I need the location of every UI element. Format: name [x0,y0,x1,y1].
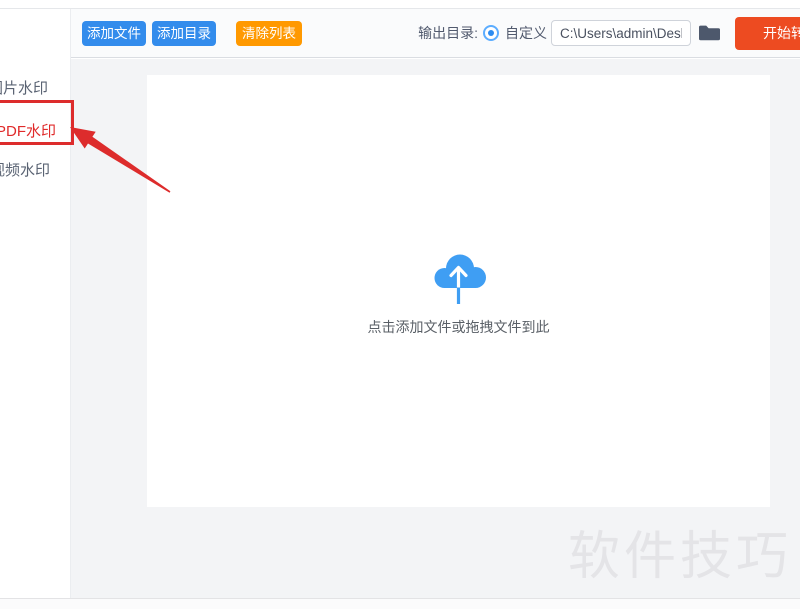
content-area: 点击添加文件或拖拽文件到此 软件技巧 [71,59,800,607]
folder-icon [699,25,720,41]
sidebar: 图片水印 PDF水印 视频水印 [0,9,71,598]
dropzone-inner: 点击添加文件或拖拽文件到此 [147,250,770,337]
add-file-button[interactable]: 添加文件 [82,20,146,46]
sidebar-item-pdf-watermark[interactable]: PDF水印 [0,120,56,141]
toolbar: 添加文件 添加目录 清除列表 输出目录: 自定义 开始转换 [71,9,800,58]
top-strip [0,0,800,9]
browse-folder-button[interactable] [698,24,721,42]
sidebar-item-image-watermark[interactable]: 图片水印 [0,77,48,98]
custom-option-label[interactable]: 自定义 [505,23,547,43]
add-directory-button[interactable]: 添加目录 [152,20,216,46]
watermark-app-window: { "sidebar": { "items": [ {"label": "图片水… [0,0,800,609]
bottom-strip [0,598,800,609]
cloud-upload-icon [434,254,486,304]
dropzone-hint-text: 点击添加文件或拖拽文件到此 [367,319,550,335]
output-dir-label: 输出目录: [418,25,478,41]
page-watermark-text: 软件技巧 [568,528,793,586]
custom-radio[interactable] [483,25,499,41]
radio-dot-icon [488,30,494,36]
sidebar-item-video-watermark[interactable]: 视频水印 [0,159,50,180]
start-convert-button[interactable]: 开始转换 [735,16,800,50]
output-path-input[interactable] [551,20,691,46]
clear-list-button[interactable]: 清除列表 [236,20,302,46]
file-dropzone[interactable]: 点击添加文件或拖拽文件到此 [147,75,770,507]
main-panel: 添加文件 添加目录 清除列表 输出目录: 自定义 开始转换 [71,9,800,608]
